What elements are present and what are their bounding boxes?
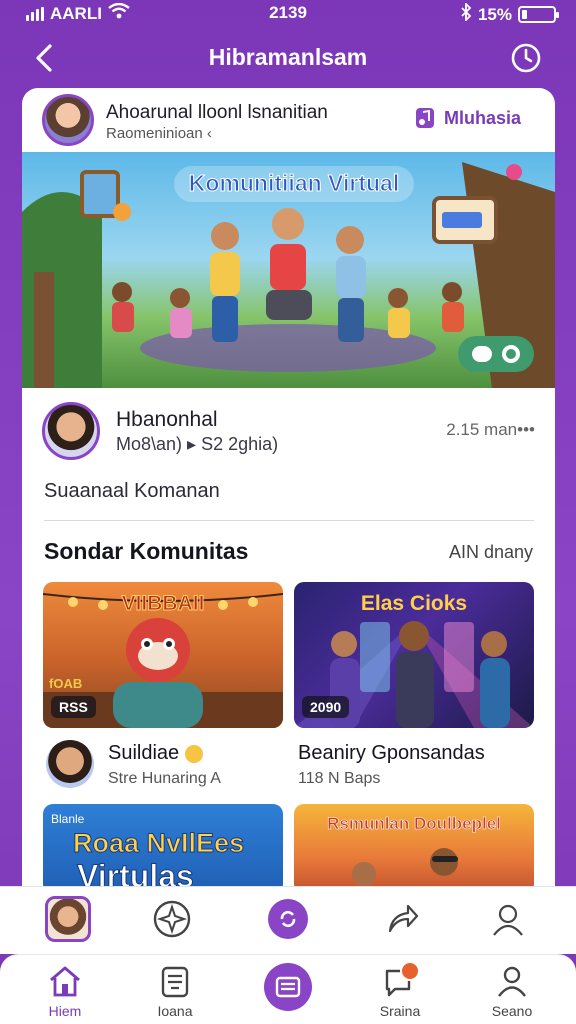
tab-sraina-label: Sraina	[379, 1003, 421, 1019]
music-button-label: Mluhasia	[443, 107, 521, 128]
tile-badge: RSS	[51, 696, 96, 718]
community-name-text: Suildiae	[108, 742, 180, 764]
post-text: Suaanaal Komanan	[44, 480, 220, 502]
banner-title: Komunitiian Virtual	[188, 170, 400, 197]
tab-news[interactable]	[243, 963, 333, 1021]
tab-home[interactable]: Hiem	[20, 963, 110, 1021]
community-subtitle: 118 N Baps	[298, 770, 381, 787]
avatar[interactable]	[46, 740, 94, 788]
tile-title: Roaa NvIlEes	[72, 828, 245, 859]
user-icon	[493, 904, 523, 936]
section-see-all-link[interactable]: AIN dnany	[449, 542, 533, 563]
community-name[interactable]: Suildiae	[108, 742, 203, 765]
refresh-icon	[268, 899, 308, 939]
tab-ioana[interactable]: Ioana	[130, 963, 220, 1021]
tab-ioana-label: Ioana	[157, 1003, 193, 1019]
author-name: Hbanonhal	[116, 408, 218, 431]
banner-title-plate: Komunitiian Virtual	[174, 166, 414, 202]
community-name[interactable]: Beaniry Gponsandas	[298, 742, 485, 765]
history-button[interactable]	[510, 42, 542, 74]
tile-badge: 2090	[302, 696, 350, 718]
chat-icon	[380, 961, 420, 999]
card-subtitle: Raomeninioan ‹	[106, 125, 212, 142]
status-bar: AARLI 2139 15%	[0, 0, 576, 26]
community-subtitle: Stre Hunaring A	[108, 770, 221, 787]
avatar[interactable]	[42, 94, 94, 146]
tile-title: VIIBBAII	[121, 592, 205, 616]
news-icon	[264, 963, 312, 1011]
post-time: 2.15 man•••	[446, 420, 535, 439]
share-button[interactable]	[380, 897, 424, 941]
community-tile[interactable]: Rsmunlan Doulbeplel	[294, 804, 534, 888]
user-icon	[492, 963, 532, 999]
card-header: Ahoarunal lloonl lsnanitian Raomeninioan…	[22, 88, 555, 152]
tab-seano[interactable]: Seano	[467, 963, 557, 1021]
star-burst-icon	[153, 900, 191, 938]
community-card: Ahoarunal lloonl lsnanitian Raomeninioan…	[22, 88, 555, 888]
tile-sticker: fOAB	[49, 676, 83, 691]
divider	[44, 520, 534, 521]
tab-home-label: Hiem	[48, 1003, 82, 1019]
share-arrow-icon	[388, 904, 419, 933]
participants-icon	[472, 346, 492, 362]
tab-sraina[interactable]: Sraina	[355, 961, 445, 1021]
tile-title-line2: Virtulas	[77, 858, 195, 889]
post-author-row[interactable]: Hbanonhal Mo8\an) ▸ S2 2ghia) 2.15 man••…	[22, 388, 555, 478]
tab-bar: Hiem Ioana Sraina Seano	[0, 954, 576, 1024]
community-tile[interactable]: VIIBBAII fOAB RSS	[43, 582, 283, 728]
clock-icon	[511, 43, 541, 73]
banner-live-badge[interactable]	[458, 336, 534, 372]
notification-badge	[400, 961, 420, 981]
id-card-icon	[155, 963, 195, 999]
battery-percent: 15%	[477, 4, 512, 24]
section-title: Sondar Komunitas	[44, 538, 249, 564]
bluetooth-icon	[460, 1, 472, 26]
community-tile[interactable]: Elas Cioks 2090	[294, 582, 534, 728]
community-banner[interactable]: Komunitiian Virtual	[22, 152, 555, 388]
record-icon	[502, 345, 520, 363]
avatar[interactable]	[42, 402, 100, 460]
app-header: Hibramanlsam	[0, 30, 576, 86]
home-icon	[45, 963, 85, 999]
refresh-button[interactable]	[266, 897, 310, 941]
emoji-icon	[184, 744, 203, 763]
card-title: Ahoarunal lloonl lsnanitian	[106, 102, 328, 123]
tile-corner-label: Blanle	[51, 812, 85, 826]
battery-icon	[518, 6, 559, 23]
status-right: 15%	[460, 1, 559, 26]
action-bar	[0, 886, 576, 954]
explore-button[interactable]	[150, 897, 194, 941]
tab-seano-label: Seano	[491, 1003, 533, 1019]
community-tile[interactable]: Blanle Roaa NvIlEes Virtulas	[43, 804, 283, 888]
profile-shortcut[interactable]	[44, 895, 92, 943]
music-note-icon	[415, 108, 434, 128]
music-button[interactable]: Mluhasia	[414, 106, 521, 130]
author-meta: Mo8\an) ▸ S2 2ghia)	[116, 434, 279, 454]
tile-title: Elas Cioks	[360, 592, 468, 615]
profile-button[interactable]	[486, 897, 530, 941]
tile-illustration	[352, 848, 458, 886]
page-title: Hibramanlsam	[208, 44, 368, 70]
avatar	[45, 896, 91, 942]
